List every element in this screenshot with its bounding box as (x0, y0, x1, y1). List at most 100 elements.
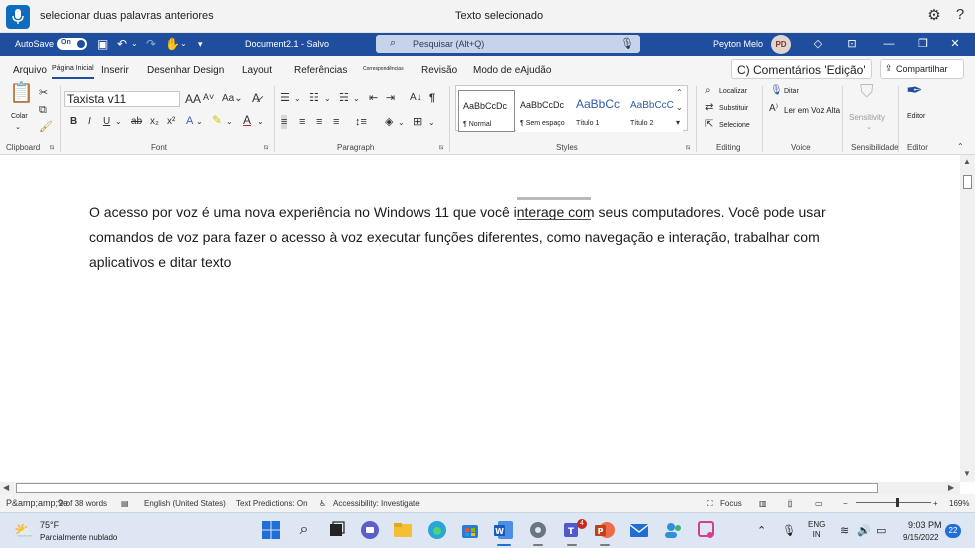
align-left-icon[interactable]: ≡ (281, 115, 288, 129)
weather-description[interactable]: Parcialmente nublado (40, 533, 117, 542)
word-app-icon[interactable]: W (493, 519, 515, 546)
volume-icon[interactable]: 🔊 (857, 524, 871, 537)
replace-icon[interactable]: ⇄ (705, 101, 713, 115)
document-canvas[interactable]: O acesso por voz é uma nova experiência … (0, 155, 960, 482)
cut-icon[interactable]: ✂ (39, 86, 48, 100)
wifi-icon[interactable]: ≋ (840, 524, 849, 537)
microsoft-store-icon[interactable] (459, 519, 481, 541)
language-indicator[interactable]: ENG IN (808, 520, 825, 540)
italic-icon[interactable]: I (88, 115, 91, 129)
save-icon[interactable]: ▣ (97, 36, 108, 52)
language-indicator[interactable]: English (United States) (144, 499, 226, 508)
text-effects-icon[interactable]: A (186, 114, 193, 128)
numbering-dropdown-icon[interactable]: ⌄ (324, 92, 331, 106)
find-label[interactable]: Localizar (719, 88, 747, 95)
scroll-down-icon[interactable]: ▼ (963, 469, 971, 478)
show-formatting-icon[interactable]: ¶ (429, 91, 435, 105)
zoom-out-icon[interactable]: − (843, 499, 848, 508)
start-windows-icon[interactable] (260, 519, 282, 541)
paste-icon[interactable]: 📋 (9, 83, 34, 103)
zoom-in-icon[interactable]: + (933, 499, 938, 508)
tab-pagina-inicial[interactable]: Página Inicial (52, 65, 94, 79)
redo-icon[interactable]: ↷ (146, 36, 156, 52)
tab-referencias[interactable]: Referências (294, 65, 347, 76)
highlight-dropdown-icon[interactable]: ⌄ (226, 115, 233, 129)
font-color-dropdown-icon[interactable]: ⌄ (257, 115, 264, 129)
horizontal-scroll-thumb[interactable] (16, 483, 878, 493)
zoom-level[interactable]: 169% (949, 499, 969, 508)
styles-scroll-down-icon[interactable]: ⌄ (676, 101, 683, 115)
multilevel-list-icon[interactable]: ☵ (339, 91, 349, 105)
powerpoint-app-icon[interactable]: P (594, 519, 616, 546)
sensitivity-dropdown-icon[interactable]: ⌄ (866, 123, 872, 131)
proofing-icon[interactable]: ▤ (121, 499, 129, 508)
format-painter-icon[interactable]: 🖌 (39, 120, 53, 134)
justify-icon[interactable]: ≡ (333, 115, 339, 129)
grow-font-icon[interactable]: AA (185, 92, 201, 106)
shading-icon[interactable]: ◈ (385, 115, 393, 129)
scroll-up-icon[interactable]: ▲ (963, 157, 971, 166)
bold-icon[interactable]: B (70, 115, 77, 129)
shading-dropdown-icon[interactable]: ⌄ (398, 116, 405, 130)
horizontal-scrollbar[interactable]: ◀ ▶ (0, 482, 960, 494)
paste-dropdown-icon[interactable]: ⌄ (15, 123, 21, 131)
read-mode-icon[interactable]: ▥ (759, 499, 767, 508)
notification-count[interactable]: 22 (945, 524, 961, 538)
editor-button-label[interactable]: Editor (907, 113, 925, 120)
word-count[interactable]: 2 of 38 words (59, 499, 107, 508)
styles-scroll-up-icon[interactable]: ⌃ (676, 86, 683, 100)
read-aloud-label[interactable]: Ler em Voz Alta (784, 106, 840, 115)
styles-launcher-icon[interactable]: ⧅ (686, 144, 690, 152)
bullets-icon[interactable]: ☰ (280, 91, 290, 105)
ribbon-display-icon[interactable]: ⊡ (843, 36, 861, 52)
underline-dropdown-icon[interactable]: ⌄ (115, 115, 122, 129)
restore-icon[interactable]: ❐ (914, 36, 932, 52)
customize-toolbar-icon[interactable]: ▾ (198, 36, 203, 52)
clock-date[interactable]: 9/15/2022 (903, 533, 939, 542)
weather-partly-cloudy-icon[interactable]: ⛅ (14, 521, 34, 541)
file-explorer-icon[interactable] (392, 519, 414, 541)
microphone-icon[interactable]: 🎙 (620, 37, 634, 50)
tab-layout[interactable]: Layout (242, 65, 272, 76)
clock-time[interactable]: 9:03 PM (908, 520, 942, 530)
sort-icon[interactable]: A↓ (410, 91, 422, 105)
vertical-scroll-thumb[interactable] (963, 175, 972, 189)
replace-label[interactable]: Substituir (719, 105, 748, 112)
find-icon[interactable]: ⌕ (705, 84, 711, 98)
scroll-left-icon[interactable]: ◀ (3, 483, 9, 492)
clipboard-launcher-icon[interactable]: ⧅ (50, 144, 54, 152)
sensitivity-icon[interactable]: ⛉ (860, 82, 874, 100)
settings-gear-icon[interactable] (527, 519, 549, 546)
task-view-icon[interactable] (326, 519, 348, 541)
touch-mode-icon[interactable]: ✋ (165, 36, 180, 52)
accessibility-icon[interactable]: ♿ (319, 499, 326, 508)
numbering-icon[interactable]: ☷ (309, 91, 319, 105)
style-heading-2[interactable]: AaBbCcC Título 2 (626, 90, 683, 132)
document-body-text[interactable]: O acesso por voz é uma nova experiência … (89, 200, 879, 275)
dictate-label[interactable]: Ditar (784, 88, 799, 95)
font-color-icon[interactable]: A (243, 113, 251, 127)
font-launcher-icon[interactable]: ⧅ (264, 144, 268, 152)
text-predictions-status[interactable]: Text Predictions: On (236, 499, 308, 508)
help-icon[interactable]: ? (951, 6, 969, 24)
strikethrough-icon[interactable]: ab (131, 115, 142, 129)
dictate-icon[interactable]: 🎙 (770, 84, 783, 98)
zoom-slider[interactable] (856, 502, 931, 503)
increase-indent-icon[interactable]: ⇥ (386, 91, 395, 105)
tab-revisao[interactable]: Revisão (421, 65, 457, 76)
clear-formatting-icon[interactable]: A̷ (252, 91, 260, 105)
avatar[interactable]: PD (771, 35, 791, 54)
share-button[interactable]: ⇪ Compartilhar (880, 59, 964, 79)
minimize-icon[interactable]: — (880, 36, 898, 52)
align-center-icon[interactable]: ≡ (299, 115, 305, 129)
undo-dropdown-icon[interactable]: ⌄ (131, 36, 138, 52)
teams-chat-icon[interactable] (359, 519, 381, 541)
web-layout-icon[interactable]: ▭ (815, 499, 823, 508)
select-label[interactable]: Selecione (719, 122, 750, 129)
style-normal[interactable]: AaBbCcDc ¶ Normal (458, 90, 515, 132)
user-name[interactable]: Peyton Melo (713, 39, 763, 49)
change-case-icon[interactable]: Aa⌄ (222, 92, 243, 106)
accessibility-status[interactable]: Accessibility: Investigate (333, 499, 420, 508)
touch-dropdown-icon[interactable]: ⌄ (180, 36, 187, 52)
undo-icon[interactable]: ↶ (117, 36, 127, 52)
